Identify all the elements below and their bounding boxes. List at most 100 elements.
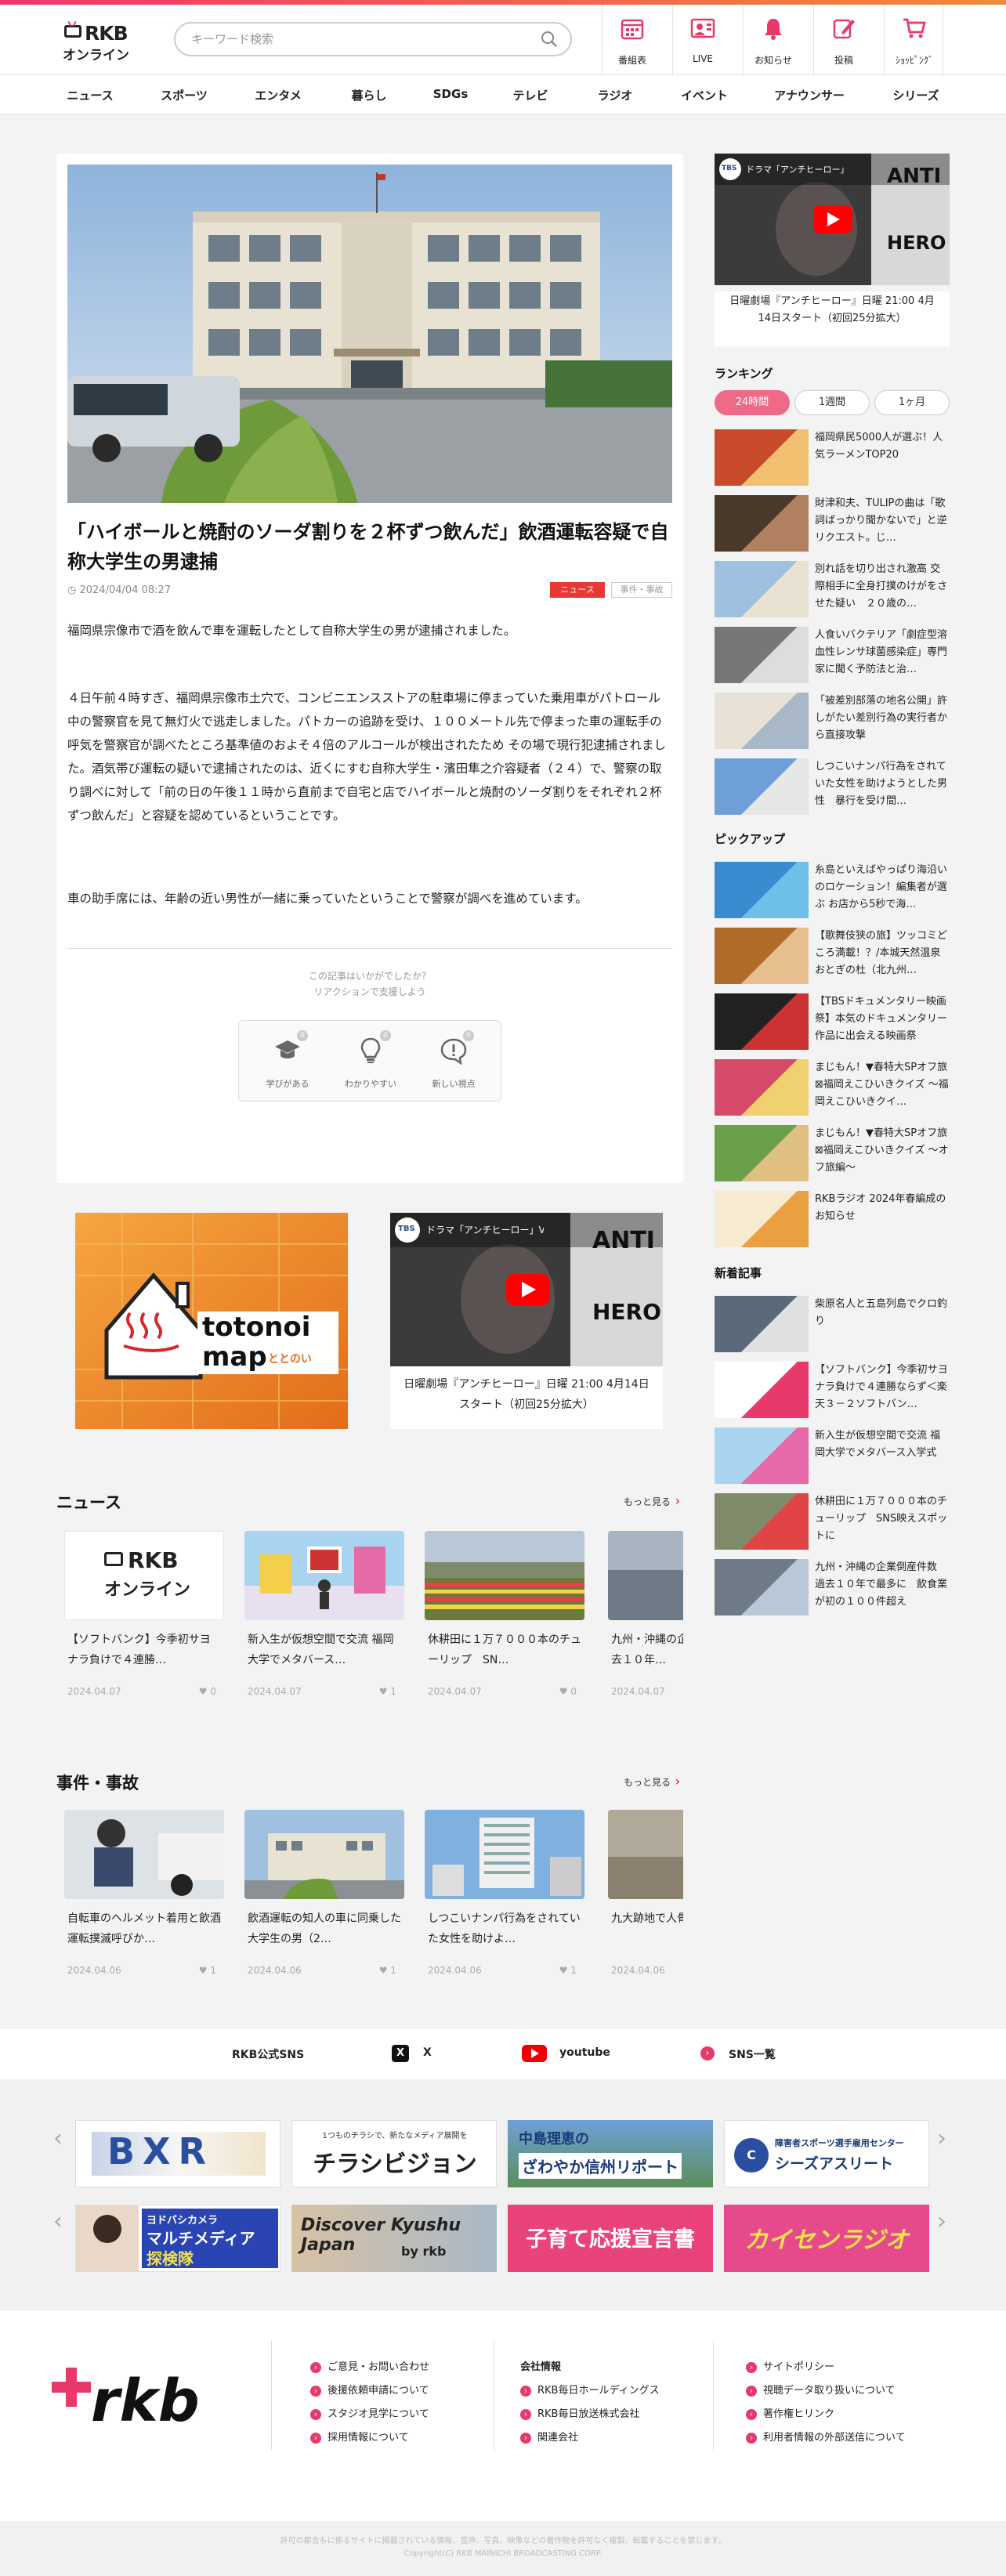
sidebar-youtube-player[interactable]: TBS ドラマ「アンチヒーロー」Ver.SPOT ANTI HERO	[715, 154, 950, 285]
newest-item[interactable]: 【ソフトバンク】今季初サヨナラ負けで４連勝ならず＜楽天３－２ソフトバン…	[715, 1362, 950, 1418]
rkb-logo[interactable]: RKB オンライン	[61, 20, 132, 63]
banner-discover-kyushu[interactable]: Discover Kyushu Japan by rkb	[291, 2205, 497, 2272]
ranking-tab-24h[interactable]: 24時間	[715, 390, 790, 415]
pickup-item[interactable]: 糸島といえばやっぱり海沿いのロケーション！編集者が選ぶ お店から5秒で海…	[715, 862, 950, 918]
footer-link-viewing-data[interactable]: 視聴データ取り扱いについて	[746, 2382, 896, 2397]
nav-notice[interactable]: お知らせ	[743, 5, 802, 75]
tag-incident[interactable]: 事件・事故	[611, 582, 672, 598]
banner-yodobashi[interactable]: ヨドバシカメラ マルチメディア 探検隊	[75, 2205, 280, 2272]
category-series[interactable]: シリーズ	[873, 87, 959, 103]
news-card[interactable]: 九州・沖縄の企業倒産件数 過去１０年… 2024.04.07	[608, 1531, 683, 1711]
category-life[interactable]: 暮らし	[326, 87, 412, 103]
newest-item[interactable]: 柴原名人と五島列島でクロ釣り	[715, 1296, 950, 1352]
youtube-link[interactable]: youtube	[559, 2046, 610, 2059]
nav-shopping[interactable]: ｼｮｯﾋﾟﾝｸﾞ	[884, 5, 943, 75]
ranking-item[interactable]: 財津和夫、TULIPの曲は「歌詞ばっかり聞かないで」と逆リクエスト。じ…	[715, 495, 950, 552]
search-icon[interactable]	[541, 31, 558, 48]
banner-kosodate[interactable]: 子育て応援宣言書	[508, 2205, 713, 2272]
footer-link-external[interactable]: 利用者情報の外部送信について	[746, 2429, 906, 2444]
ranking-item-title: 「被差別部落の地名公開」許しがたい差別行為の実行者から直接攻撃	[815, 695, 948, 741]
pickup-item[interactable]: まじもん！▼春特大SPオフ旅⊠福岡えこひいきクイズ 〜福岡えこひいきクイ…	[715, 1059, 950, 1116]
crime-card[interactable]: 九大跡地で人骨…２年 有力… 2024.04.06	[608, 1810, 683, 1990]
speech-bubble-icon	[440, 1038, 467, 1065]
x-icon[interactable]: X	[392, 2045, 409, 2062]
footer-link-copyright[interactable]: 著作権ヒリンク	[746, 2405, 834, 2420]
footer-link-studio[interactable]: スタジオ見学について	[310, 2405, 429, 2420]
tbs-logo: TBS	[722, 165, 737, 172]
ranking-tab-1month[interactable]: 1ヶ月	[874, 390, 950, 415]
banner-shinshu[interactable]: 中島理恵の ざわやか信州リポート	[508, 2120, 713, 2187]
chevron-right-icon[interactable]: ›	[937, 2125, 946, 2152]
category-news[interactable]: ニュース	[47, 87, 133, 103]
crime-card[interactable]: 飲酒運転の知人の車に同乗した大学生の男（2… 2024.04.06 ♥ 1	[244, 1810, 404, 1990]
chevron-left-icon[interactable]: ‹	[53, 2208, 63, 2235]
news-card[interactable]: 休耕田に１万７０００本のチューリップ SN… 2024.04.07 ♥ 0	[425, 1531, 584, 1711]
category-tv[interactable]: テレビ	[487, 87, 574, 103]
tag-news[interactable]: ニュース	[550, 582, 605, 598]
news-card-title: 休耕田に１万７０００本のチューリップ SN…	[428, 1634, 581, 1666]
ranking-item-title: 福岡県民5000人が選ぶ！人気ラーメンTOP20	[815, 432, 943, 461]
pickup-item-thumb	[715, 993, 809, 1050]
reaction-question: この記事はいかがでしたか？	[308, 971, 431, 982]
tv-logo-icon	[104, 1552, 123, 1566]
ranking-item[interactable]: 人食いバクテリア「劇症型溶血性レンサ球菌感染症」専門家に聞く予防法と治…	[715, 627, 950, 683]
banner-bxr[interactable]: BXR	[75, 2120, 280, 2187]
category-event[interactable]: イベント	[661, 87, 747, 103]
footer-link-policy[interactable]: サイトポリシー	[746, 2358, 834, 2373]
category-entame[interactable]: エンタメ	[235, 87, 321, 103]
rkb-footer-logo[interactable]: rkb	[52, 2360, 201, 2438]
reaction-clear-button[interactable]: 0 わかりやすい	[333, 1030, 408, 1093]
category-sports[interactable]: スポーツ	[141, 87, 227, 103]
footer-link-contact[interactable]: ご意見・お問い合わせ	[310, 2358, 429, 2373]
news-card[interactable]: 新入生が仮想空間で交流 福岡大学でメタバース… 2024.04.07 ♥ 1	[244, 1531, 404, 1711]
pickup-item[interactable]: 【TBSドキュメンタリー映画祭】本気のドキュメンタリー作品に出会える映画祭	[715, 993, 950, 1050]
banner-chirashi-vision[interactable]: 1つものチラシで、新たなメディア展開を チラシビジョン	[291, 2120, 497, 2187]
video-title: ドラマ「アンチヒーロー」Ver.SPOT	[746, 165, 848, 175]
news-card[interactable]: RKB オンライン 【ソフトバンク】今季初サヨナラ負けで４連勝… 2024.04…	[64, 1531, 224, 1711]
search-box[interactable]	[174, 22, 572, 56]
category-sdgs[interactable]: SDGs	[407, 87, 494, 101]
newest-item[interactable]: 新入生が仮想空間で交流 福岡大学でメタバース入学式	[715, 1427, 950, 1484]
crime-card[interactable]: 自転車のヘルメット着用と飲酒運転撲滅呼びか… 2024.04.06 ♥ 1	[64, 1810, 224, 1990]
sns-list-link[interactable]: SNS一覧	[729, 2046, 776, 2062]
chevron-right-icon[interactable]: ›	[937, 2208, 946, 2235]
pickup-item[interactable]: 【歌舞伎狭の旅】ツッコミどころ満載！？/本城天然温泉 おとぎの杜（北九州…	[715, 928, 950, 984]
newest-item[interactable]: 休耕田に１万７０００本のチューリップ SNS映えスポットに	[715, 1493, 950, 1550]
nav-schedule[interactable]: 番組表	[602, 5, 661, 75]
search-input[interactable]	[191, 30, 520, 49]
heart-count-value: 1	[390, 1965, 396, 1976]
category-radio[interactable]: ラジオ	[572, 87, 658, 103]
youtube-icon[interactable]	[522, 2045, 547, 2062]
category-announcer[interactable]: アナウンサー	[766, 87, 852, 103]
athlete-b: シーズアスリート	[775, 2155, 894, 2173]
footer-link-group[interactable]: 関連会社	[520, 2429, 578, 2444]
ranking-tab-1week[interactable]: 1週間	[794, 390, 870, 415]
totonoi-map-banner[interactable]: totonoi map ととのい	[75, 1213, 348, 1429]
ranking-item[interactable]: 「被差別部落の地名公開」許しがたい差別行為の実行者から直接攻撃	[715, 693, 950, 749]
ranking-item[interactable]: しつこいナンパ行為をされていた女性を助けようとした男性 暴行を受け間…	[715, 758, 950, 815]
banner-kaisen-radio[interactable]: カイセンラジオ	[724, 2205, 929, 2272]
reaction-learn-button[interactable]: 0 学びがある	[250, 1030, 325, 1093]
nav-post[interactable]: 投稿	[813, 5, 873, 75]
pickup-item[interactable]: まじもん！▼春特大SPオフ旅⊠福岡えこひいきクイズ 〜オフ旅編〜	[715, 1125, 950, 1181]
footer-link-recruit[interactable]: 採用情報について	[310, 2429, 409, 2444]
newest-item[interactable]: 九州・沖縄の企業倒産件数 過去１０年で最多に 飲食業が初の１００件超え	[715, 1559, 950, 1615]
ranking-item[interactable]: 福岡県民5000人が選ぶ！人気ラーメンTOP20	[715, 429, 950, 486]
pickup-item[interactable]: RKBラジオ 2024年春編成のお知らせ	[715, 1191, 950, 1247]
reaction-newview-button[interactable]: 0 新しい視点	[416, 1030, 491, 1093]
footer-link-support[interactable]: 後援依頼申請について	[310, 2382, 429, 2397]
ranking-item[interactable]: 別れ話を切り出され激高 交際相手に全身打撲のけがをさせた疑い ２０歳の…	[715, 561, 950, 617]
article-date-text: 2024/04/04 08:27	[79, 584, 172, 596]
youtube-player[interactable]: TBS ドラマ「アンチヒーロー」Ver.SPOT ANTI HERO	[390, 1213, 663, 1366]
banner-athlete[interactable]: C 障害者スポーツ選手雇用センター シーズアスリート	[724, 2120, 929, 2187]
x-link[interactable]: X	[423, 2046, 432, 2059]
newest-item-thumb	[715, 1362, 809, 1418]
chevron-left-icon[interactable]: ‹	[53, 2125, 63, 2152]
news-more-link[interactable]: もっと見る	[624, 1493, 680, 1508]
crime-more-link[interactable]: もっと見る	[624, 1774, 680, 1789]
footer-link-holdings[interactable]: RKB毎日ホールディングス	[520, 2382, 660, 2397]
crime-card[interactable]: しつこいナンパ行為をされていた女性を助けよ… 2024.04.06 ♥ 1	[425, 1810, 584, 1990]
footer-link-broadcasting[interactable]: RKB毎日放送株式会社	[520, 2405, 639, 2420]
nav-live[interactable]: LIVE	[672, 5, 732, 75]
copyright-area: 許可の都合もに係るサイトに掲載されている情報、音声、写真、映像などの著作物を許可…	[0, 2521, 1006, 2576]
